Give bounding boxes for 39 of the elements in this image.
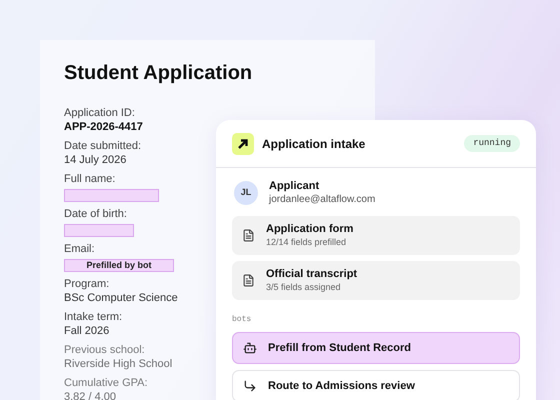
document-icon	[242, 274, 255, 287]
applicant-email: jordanlee@altaflow.com	[269, 193, 376, 206]
avatar: JL	[234, 181, 258, 205]
prefilled-field: Prefilled by bot	[64, 259, 174, 272]
field-label: Application ID:	[64, 106, 135, 120]
document-item[interactable]: Official transcript 3/5 fields assigned	[232, 261, 520, 300]
document-name: Official transcript	[266, 268, 358, 281]
field-label: Date of birth:	[64, 207, 127, 221]
document-title: Student Application	[64, 61, 254, 86]
bot-name: Prefill from Student Record	[268, 340, 412, 356]
arrow-icon	[243, 379, 257, 393]
document-icon	[242, 229, 255, 242]
document-detail: 3/5 fields assigned	[266, 281, 342, 293]
field-label: Email:	[64, 242, 95, 256]
field-value: Riverside High School	[64, 357, 172, 371]
field-label: Cumulative GPA:	[64, 376, 148, 390]
logo-icon	[232, 132, 254, 154]
field-label: Date submitted:	[64, 139, 142, 153]
field-label: Intake term:	[64, 310, 122, 324]
field-value: Fall 2026	[64, 324, 110, 338]
field-label: Program:	[64, 277, 110, 291]
applicant-role: Applicant	[269, 180, 320, 193]
document-name: Application form	[266, 223, 354, 236]
field-value: 3.82 / 4.00	[64, 390, 116, 400]
field-value: 14 July 2026	[64, 153, 126, 167]
card-title: Application intake	[262, 136, 366, 152]
robot-icon	[243, 341, 257, 355]
bot-name: Route to Admissions review	[268, 378, 415, 394]
blank-field	[64, 224, 134, 237]
document-item[interactable]: Application form 12/14 fields prefilled	[232, 216, 520, 255]
field-label: Full name:	[64, 172, 116, 186]
bot-item[interactable]: Prefill from Student Record	[232, 332, 520, 364]
field-value: BSc Computer Science	[64, 291, 178, 305]
field-label: Previous school:	[64, 343, 145, 357]
bot-item[interactable]: Route to Admissions review	[232, 370, 520, 400]
section-label: bots	[231, 314, 252, 326]
status-badge: running	[464, 134, 520, 152]
document-detail: 12/14 fields prefilled	[266, 236, 348, 248]
field-value: APP-2026-4417	[64, 120, 143, 134]
